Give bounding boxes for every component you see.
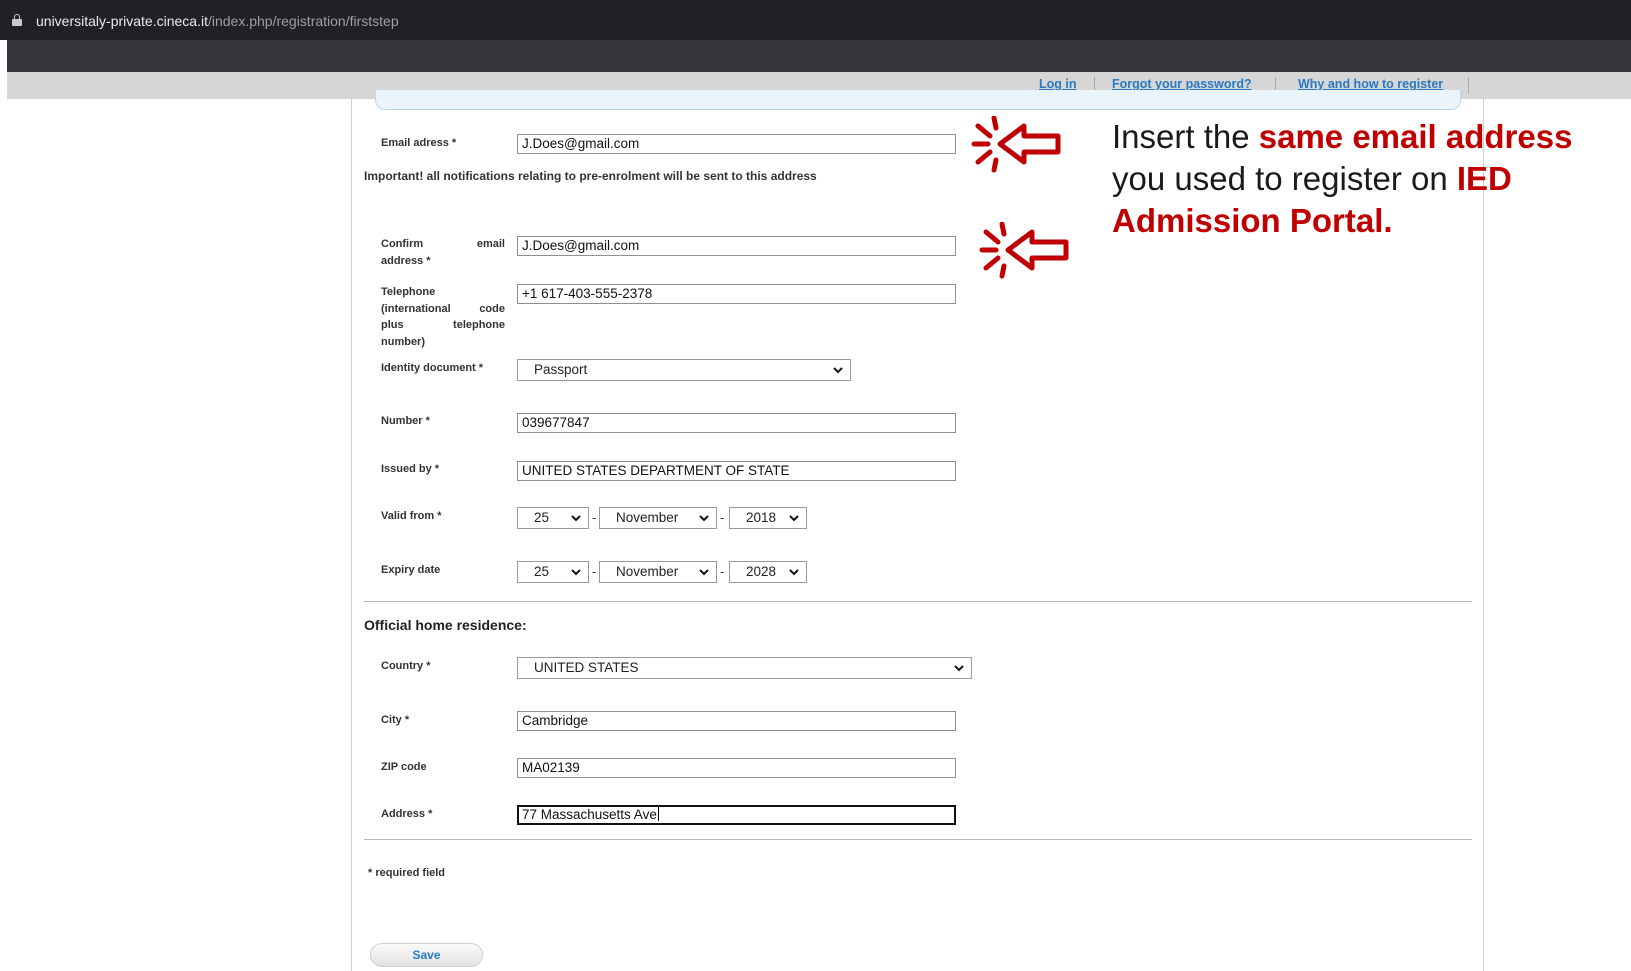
date-separator: - <box>720 564 725 579</box>
save-button[interactable]: Save <box>370 943 483 967</box>
expiry-month-select[interactable]: November <box>599 561 717 583</box>
chevron-down-icon <box>789 515 799 522</box>
date-separator: - <box>720 510 725 525</box>
zip-code-label: ZIP code <box>381 761 427 773</box>
country-label: Country * <box>381 660 431 672</box>
residence-section-title: Official home residence: <box>364 617 527 633</box>
country-select[interactable]: UNITED STATES <box>517 657 972 679</box>
telephone-label: Telephone (international code plus telep… <box>381 286 505 348</box>
address-input[interactable]: 77 Massachusetts Ave <box>517 805 956 825</box>
content-border-left <box>351 99 352 971</box>
important-note: Important! all notifications relating to… <box>364 169 817 183</box>
number-label: Number * <box>381 415 430 427</box>
email-label: Email adress * <box>381 137 457 149</box>
click-pointer-icon <box>979 222 1069 279</box>
identity-document-select[interactable]: Passport <box>517 359 851 381</box>
identity-document-label: Identity document * <box>381 362 484 374</box>
expiry-date-label: Expiry date <box>381 564 441 576</box>
email-input[interactable]: J.Does@gmail.com <box>517 134 956 154</box>
page: { "browser": { "url_domain": "universita… <box>0 0 1631 971</box>
info-box <box>375 90 1461 110</box>
forgot-password-link[interactable]: Forgot your password? <box>1112 77 1252 91</box>
address-label: Address * <box>381 808 433 820</box>
city-label: City * <box>381 714 410 726</box>
lock-icon <box>12 14 22 26</box>
why-register-link[interactable]: Why and how to register <box>1298 77 1443 91</box>
document-number-input[interactable]: 039677847 <box>517 413 956 433</box>
expiry-day-select[interactable]: 25 <box>517 561 589 583</box>
valid-from-day-select[interactable]: 25 <box>517 507 589 529</box>
chevron-down-icon <box>699 569 709 576</box>
required-field-note: * required field <box>368 867 446 879</box>
section-divider <box>364 601 1472 602</box>
valid-from-year-select[interactable]: 2018 <box>729 507 807 529</box>
browser-address-bar[interactable]: universitaly-private.cineca.it/index.php… <box>0 0 1631 40</box>
url-text[interactable]: universitaly-private.cineca.it/index.php… <box>36 13 399 29</box>
issued-by-label: Issued by * <box>381 463 440 475</box>
date-separator: - <box>592 510 597 525</box>
section-divider <box>364 839 1472 840</box>
browser-toolbar <box>0 40 1631 72</box>
chevron-down-icon <box>699 515 709 522</box>
valid-from-month-select[interactable]: November <box>599 507 717 529</box>
expiry-year-select[interactable]: 2028 <box>729 561 807 583</box>
confirm-email-input[interactable]: J.Does@gmail.com <box>517 236 956 256</box>
chevron-down-icon <box>571 569 581 576</box>
telephone-input[interactable]: +1 617-403-555-2378 <box>517 284 956 304</box>
issued-by-input[interactable]: UNITED STATES DEPARTMENT OF STATE <box>517 461 956 481</box>
annotation-callout: Insert the same email address you used t… <box>1112 118 1573 239</box>
valid-from-label: Valid from * <box>381 510 442 522</box>
chevron-down-icon <box>833 367 843 374</box>
login-link[interactable]: Log in <box>1039 77 1077 91</box>
nav-separator <box>1468 77 1469 93</box>
text-caret <box>657 807 659 821</box>
click-pointer-icon <box>971 116 1061 173</box>
chevron-down-icon <box>789 569 799 576</box>
chevron-down-icon <box>954 665 964 672</box>
city-input[interactable]: Cambridge <box>517 711 956 731</box>
date-separator: - <box>592 564 597 579</box>
chevron-down-icon <box>571 515 581 522</box>
confirm-email-label: Confirm email address * <box>381 238 505 267</box>
zip-code-input[interactable]: MA02139 <box>517 758 956 778</box>
